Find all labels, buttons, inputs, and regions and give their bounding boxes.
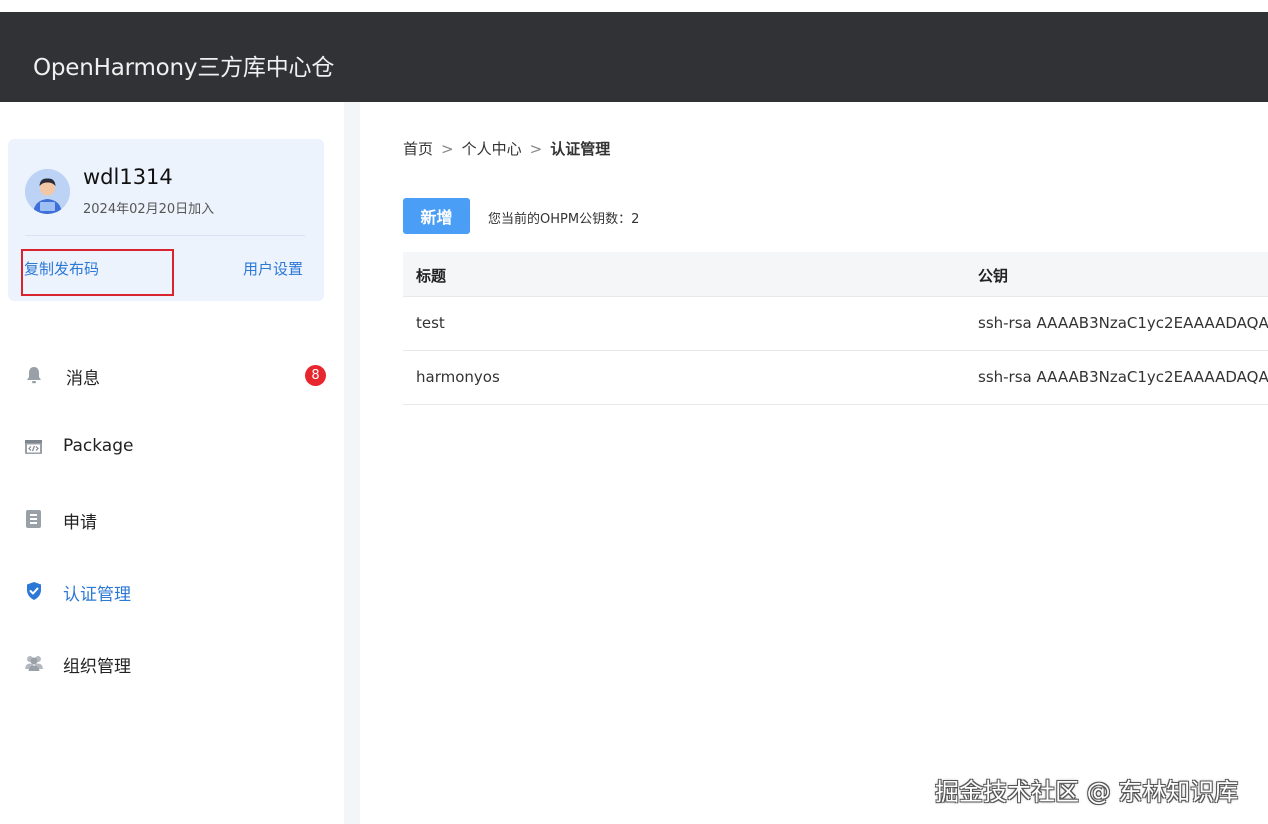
shield-check-icon [24, 581, 44, 601]
table-row[interactable]: harmonyos ssh-rsa AAAAB3NzaC1yc2EAAAADAQ… [403, 351, 1268, 405]
key-value: ssh-rsa AAAAB3NzaC1yc2EAAAADAQABAAABgQ [978, 314, 1268, 332]
top-bar: OpenHarmony三方库中心仓 [0, 12, 1268, 102]
column-header-title: 标题 [416, 267, 447, 285]
sidebar-item-label: 组织管理 [63, 657, 131, 677]
key-count-text: 您当前的OHPM公钥数：2 [488, 212, 640, 227]
public-key-table: 标题 公钥 test ssh-rsa AAAAB3NzaC1yc2EAAAADA… [403, 252, 1268, 405]
breadcrumb-separator: > [441, 140, 454, 158]
breadcrumb: 首页 > 个人中心 > 认证管理 [403, 138, 610, 159]
sidebar-item-application[interactable]: 申请 [0, 499, 344, 539]
sidebar-item-org-management[interactable]: 组织管理 [0, 643, 344, 683]
column-header-public-key: 公钥 [978, 267, 1009, 285]
username: wdl1314 [83, 165, 173, 189]
sidebar-item-label: 申请 [63, 513, 97, 533]
breadcrumb-current: 认证管理 [550, 140, 611, 158]
join-date: 2024年02月20日加入 [83, 202, 215, 217]
document-icon [24, 509, 44, 529]
sidebar-item-label: Package [63, 436, 134, 456]
key-title: harmonyos [416, 368, 500, 386]
key-value: ssh-rsa AAAAB3NzaC1yc2EAAAADAQABAAABgQ [978, 368, 1268, 386]
sidebar-item-label: 消息 [66, 369, 100, 389]
bell-icon [24, 365, 44, 385]
user-avatar[interactable] [25, 169, 70, 214]
sidebar-gutter [344, 102, 360, 824]
message-count-badge: 8 [305, 365, 326, 386]
sidebar-item-messages[interactable]: 消息 8 [0, 355, 344, 395]
team-icon [24, 653, 44, 673]
watermark-text: 掘金技术社区 @ 东林知识库 [935, 778, 1239, 806]
sidebar-item-package[interactable]: Package [0, 427, 344, 467]
key-title: test [416, 314, 445, 332]
code-box-icon [24, 437, 44, 457]
card-divider [25, 235, 305, 236]
breadcrumb-separator: > [529, 140, 543, 158]
highlight-annotation-box [21, 249, 174, 296]
sidebar-item-auth-management[interactable]: 认证管理 [0, 571, 344, 611]
user-settings-link[interactable]: 用户设置 [243, 258, 303, 279]
table-header: 标题 公钥 [403, 252, 1268, 297]
breadcrumb-home[interactable]: 首页 [403, 140, 433, 158]
table-row[interactable]: test ssh-rsa AAAAB3NzaC1yc2EAAAADAQABAAA… [403, 297, 1268, 351]
brand-title[interactable]: OpenHarmony三方库中心仓 [33, 48, 334, 82]
add-key-button[interactable]: 新增 [403, 198, 470, 234]
breadcrumb-personal-center[interactable]: 个人中心 [462, 140, 522, 158]
sidebar-item-label: 认证管理 [63, 585, 131, 605]
